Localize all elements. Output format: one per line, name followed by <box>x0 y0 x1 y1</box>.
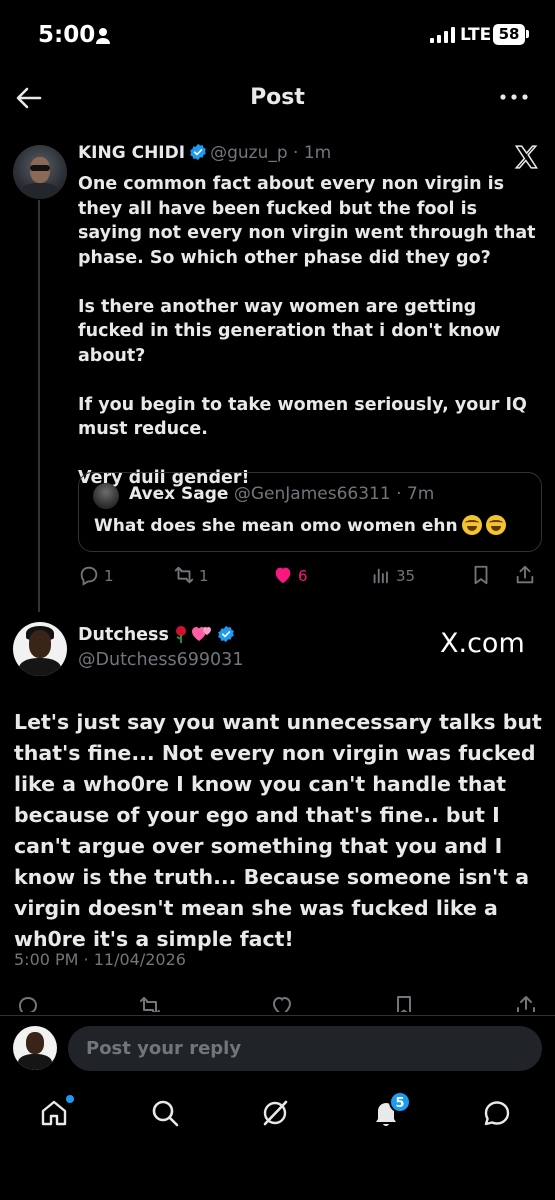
repost-icon[interactable] <box>138 994 162 1012</box>
quoted-author-handle: @GenJames66311 <box>233 484 391 504</box>
laughing-emoji-icon <box>485 515 506 535</box>
share-icon <box>516 565 534 584</box>
bookmark-button[interactable] <box>470 564 496 588</box>
grok-icon <box>263 1100 288 1126</box>
bookmark-icon[interactable] <box>392 994 416 1012</box>
post-paragraph: If you begin to take women seriously, yo… <box>78 394 527 440</box>
bookmark-icon <box>474 565 488 585</box>
verified-badge-icon <box>218 625 234 643</box>
parent-post-text: One common fact about every non virgin i… <box>78 172 546 515</box>
reply-icon[interactable] <box>16 994 40 1012</box>
post-paragraph: Is there another way women are getting f… <box>78 296 501 366</box>
x-com-watermark: X.com <box>440 628 525 659</box>
like-button[interactable]: 6 <box>272 564 308 588</box>
reply-icon <box>80 566 98 586</box>
repost-count: 1 <box>199 567 209 585</box>
home-icon <box>41 1100 67 1126</box>
x-logo-icon <box>514 145 539 169</box>
author-name[interactable]: KING CHIDI <box>78 143 185 163</box>
home-unread-dot <box>66 1095 74 1103</box>
main-post-author-row: Dutchess <box>78 625 238 645</box>
nav-grok[interactable] <box>259 1097 295 1133</box>
chat-bubble-icon <box>484 1101 510 1126</box>
thread-connector-line <box>38 200 40 612</box>
reply-button[interactable]: 1 <box>78 564 114 588</box>
signal-icon <box>430 27 455 43</box>
like-count: 6 <box>298 567 308 585</box>
nav-messages[interactable] <box>481 1097 517 1133</box>
post-paragraph: One common fact about every non virgin i… <box>78 174 536 268</box>
verified-badge-icon <box>190 143 206 161</box>
parent-post-header: KING CHIDI @guzu_p · 1m <box>78 143 518 167</box>
battery-tip <box>526 30 529 38</box>
quoted-post-header: Avex Sage @GenJames66311 · 7m <box>129 484 434 504</box>
reply-bar <box>0 1015 555 1083</box>
repost-icon <box>174 566 194 584</box>
main-author-name[interactable]: Dutchess <box>78 625 169 645</box>
views-icon <box>373 568 388 584</box>
more-options-icon[interactable] <box>498 85 530 109</box>
reply-input[interactable] <box>68 1026 542 1071</box>
avatar-dutchess[interactable] <box>13 622 67 676</box>
parent-post-actions: 1 1 6 35 <box>78 562 544 590</box>
network-type: LTE <box>460 25 492 45</box>
quoted-post-card[interactable]: Avex Sage @GenJames66311 · 7m What does … <box>78 472 542 552</box>
quoted-author-name: Avex Sage <box>129 484 229 504</box>
view-count: 35 <box>396 567 416 585</box>
nav-search[interactable] <box>149 1097 185 1133</box>
nav-home[interactable] <box>38 1095 74 1133</box>
hearts-emoji-icon <box>191 627 211 641</box>
notifications-badge: 5 <box>389 1091 411 1113</box>
quoted-post-text: What does she mean omo women ehn <box>94 516 458 536</box>
main-author-handle[interactable]: @Dutchess699031 <box>78 650 243 670</box>
my-avatar <box>13 1026 57 1070</box>
reply-count: 1 <box>104 567 114 585</box>
battery-icon: 58 <box>493 24 525 45</box>
heart-filled-icon <box>275 567 291 584</box>
avatar-avex-sage <box>93 483 119 509</box>
post-age: · 1m <box>293 143 332 163</box>
search-icon <box>152 1100 179 1127</box>
bottom-navigation: 5 <box>0 1083 555 1200</box>
post-timestamp[interactable]: 5:00 PM · 11/04/2026 <box>14 950 186 969</box>
status-time: 5:00 <box>38 22 96 48</box>
share-icon[interactable] <box>514 994 538 1012</box>
author-handle[interactable]: @guzu_p <box>210 143 288 163</box>
page-title: Post <box>250 85 305 110</box>
status-bar: 5:00 LTE 58 <box>0 0 555 70</box>
share-button[interactable] <box>514 564 540 588</box>
main-post-actions <box>14 990 544 1012</box>
quoted-post-text-row: What does she mean omo women ehn <box>94 515 506 536</box>
laughing-emoji-icon <box>461 515 482 535</box>
person-icon <box>96 28 110 44</box>
quoted-post-age: · 7m <box>396 484 435 504</box>
nav-notifications[interactable]: 5 <box>370 1091 411 1133</box>
heart-icon[interactable] <box>270 994 294 1012</box>
rose-emoji-icon <box>175 626 186 643</box>
avatar-king-chidi[interactable] <box>13 145 67 199</box>
post-header: Post <box>0 75 555 123</box>
repost-button[interactable]: 1 <box>173 564 209 588</box>
views-button[interactable]: 35 <box>370 564 415 588</box>
main-post-text: Let's just say you want unnecessary talk… <box>14 710 542 951</box>
